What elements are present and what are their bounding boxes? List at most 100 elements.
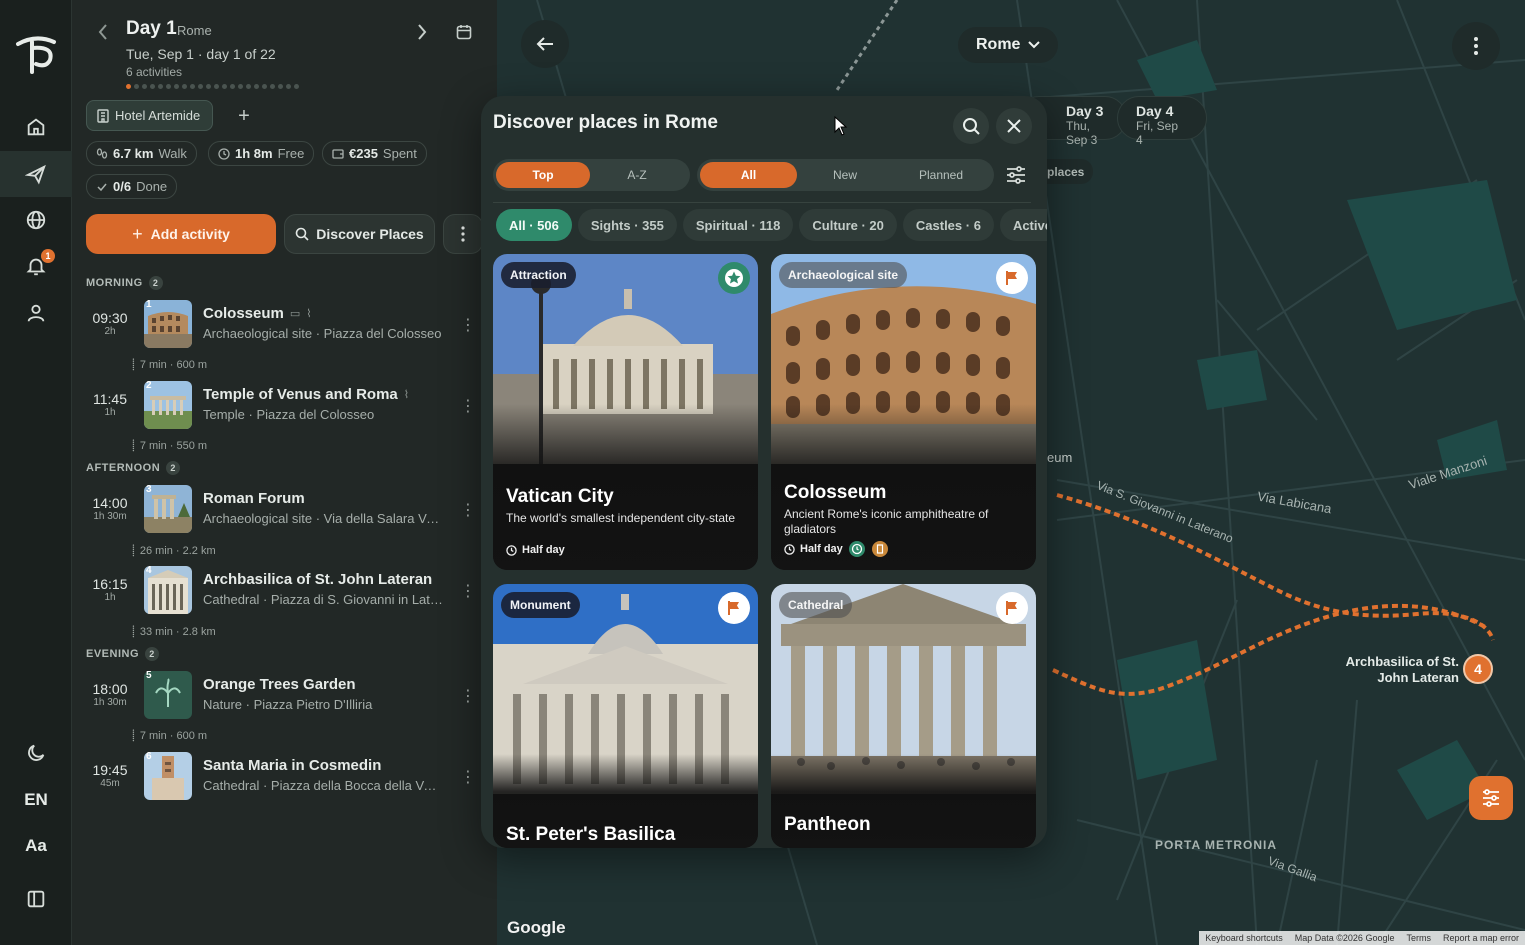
sort-az[interactable]: A-Z (590, 162, 684, 188)
day-dot[interactable] (198, 84, 203, 89)
day-dot[interactable] (294, 84, 299, 89)
section-evening: EVENING 2 (86, 647, 160, 661)
walk-value: 6.7 km (113, 146, 154, 161)
day-dot[interactable] (230, 84, 235, 89)
report-error-link[interactable]: Report a map error (1443, 933, 1519, 943)
day-dot[interactable] (166, 84, 171, 89)
activity-row[interactable]: 16:15 1h 4 Archbasilica of St. John Late… (72, 565, 497, 620)
place-card[interactable]: Archaeological site Colosseum Ancient Ro… (771, 254, 1036, 570)
place-card[interactable]: Attraction Vatican City The world's smal… (493, 254, 758, 570)
activity-row[interactable]: 19:45 45m 6 Santa Maria in Cosmedin Cath… (72, 751, 497, 806)
day-dot[interactable] (174, 84, 179, 89)
category-spiritual[interactable]: Spiritual · 118 (682, 209, 794, 241)
place-card[interactable]: Monument St. Peter's Basilica (493, 584, 758, 848)
day-progress-dots[interactable] (126, 84, 299, 89)
mouse-cursor-icon (834, 116, 848, 136)
activity-menu-button[interactable]: ⋮ (460, 687, 476, 705)
day-dot[interactable] (134, 84, 139, 89)
prev-day-button[interactable] (94, 22, 112, 42)
nav-notifications[interactable]: 1 (0, 243, 72, 289)
collapse-sidebar-button[interactable] (0, 876, 72, 922)
activity-meta: Temple · Piazza del Colosseo (203, 407, 375, 422)
sort-top[interactable]: Top (496, 162, 590, 188)
terms-link[interactable]: Terms (1406, 933, 1431, 943)
more-vertical-icon: ⋮ (460, 317, 476, 334)
free-time-stat: 1h 8m Free (208, 141, 315, 166)
activity-menu-button[interactable]: ⋮ (460, 582, 476, 600)
dark-mode-toggle[interactable] (0, 730, 72, 776)
activity-menu-button[interactable]: ⋮ (460, 316, 476, 334)
activity-menu-button[interactable]: ⋮ (460, 501, 476, 519)
category-sights[interactable]: Sights · 355 (577, 209, 677, 241)
language-switch[interactable]: EN (0, 777, 72, 823)
category-culture[interactable]: Culture · 20 (799, 209, 897, 241)
add-activity-button[interactable]: + Add activity (86, 214, 276, 254)
map-back-button[interactable] (521, 20, 569, 68)
nav-trips[interactable] (0, 151, 72, 197)
discover-places-button[interactable]: Discover Places (284, 214, 435, 254)
activity-row[interactable]: 18:00 1h 30m 5 Orange Trees Garden Natur… (72, 670, 497, 725)
category-all[interactable]: All · 506 (496, 209, 572, 241)
add-hotel-button[interactable]: + (232, 104, 256, 128)
must-see-badge[interactable] (718, 262, 750, 294)
app-logo-icon[interactable] (14, 32, 60, 76)
plan-flag-button[interactable] (718, 592, 750, 624)
modal-search-button[interactable] (953, 108, 989, 144)
free-value: 1h 8m (235, 146, 273, 161)
day-dot[interactable] (126, 84, 131, 89)
day-dot[interactable] (158, 84, 163, 89)
day-dot[interactable] (222, 84, 227, 89)
google-logo: Google (507, 918, 566, 937)
status-planned[interactable]: Planned (893, 162, 989, 188)
activity-menu-button[interactable]: ⋮ (460, 768, 476, 786)
wallet-icon (332, 148, 344, 159)
day-dot[interactable] (254, 84, 259, 89)
section-count: 2 (166, 461, 181, 475)
map-pin[interactable]: 4 (1463, 654, 1493, 684)
day-dot[interactable] (150, 84, 155, 89)
keyboard-shortcuts-link[interactable]: Keyboard shortcuts (1205, 933, 1283, 943)
status-all[interactable]: All (700, 162, 797, 188)
day-dot[interactable] (238, 84, 243, 89)
plan-flag-button[interactable] (996, 592, 1028, 624)
map-menu-button[interactable] (1452, 22, 1500, 70)
font-size-switch[interactable]: Aa (0, 823, 72, 869)
status-new[interactable]: New (797, 162, 893, 188)
place-card[interactable]: Cathedral Pantheon (771, 584, 1036, 848)
day-dot[interactable] (262, 84, 267, 89)
day-dot[interactable] (206, 84, 211, 89)
activity-row[interactable]: 14:00 1h 30m 3 Roman Forum Archaeologica… (72, 484, 497, 539)
modal-filter-button[interactable] (1003, 162, 1029, 188)
language-label: EN (24, 790, 48, 809)
day-dot[interactable] (214, 84, 219, 89)
hotel-chip[interactable]: Hotel Artemide (86, 100, 214, 131)
next-day-button[interactable] (412, 22, 432, 42)
card-tag: Monument (501, 592, 580, 618)
calendar-button[interactable] (454, 22, 474, 42)
section-label: EVENING (86, 648, 140, 660)
modal-close-button[interactable] (996, 108, 1032, 144)
day-dot[interactable] (246, 84, 251, 89)
nav-home[interactable] (0, 104, 72, 150)
category-castles[interactable]: Castles · 6 (902, 209, 994, 241)
day-dot[interactable] (142, 84, 147, 89)
category-active[interactable]: Active · (999, 209, 1047, 241)
more-actions-button[interactable] (443, 214, 483, 254)
activity-row[interactable]: 11:45 1h 2 Temple of Venus and Roma ⌇ Tem… (72, 380, 497, 435)
more-vertical-icon: ⋮ (460, 398, 476, 415)
plan-flag-button[interactable] (996, 262, 1028, 294)
day-dot[interactable] (286, 84, 291, 89)
map-footer: Keyboard shortcuts Map Data ©2026 Google… (1199, 931, 1525, 945)
day-dot[interactable] (182, 84, 187, 89)
map-filter-button[interactable] (1469, 776, 1513, 820)
city-selector[interactable]: Rome (958, 27, 1059, 63)
activity-row[interactable]: 09:30 2h 1 Colosseum ▭ ⌇ Archaeological si… (72, 299, 497, 354)
nav-profile[interactable] (0, 290, 72, 336)
done-value: 0/6 (113, 179, 132, 194)
day-4-pill[interactable]: Day 4 Fri, Sep 4 (1117, 96, 1207, 147)
activity-menu-button[interactable]: ⋮ (460, 397, 476, 415)
nav-explore[interactable] (0, 197, 72, 243)
day-dot[interactable] (278, 84, 283, 89)
day-dot[interactable] (190, 84, 195, 89)
day-dot[interactable] (270, 84, 275, 89)
